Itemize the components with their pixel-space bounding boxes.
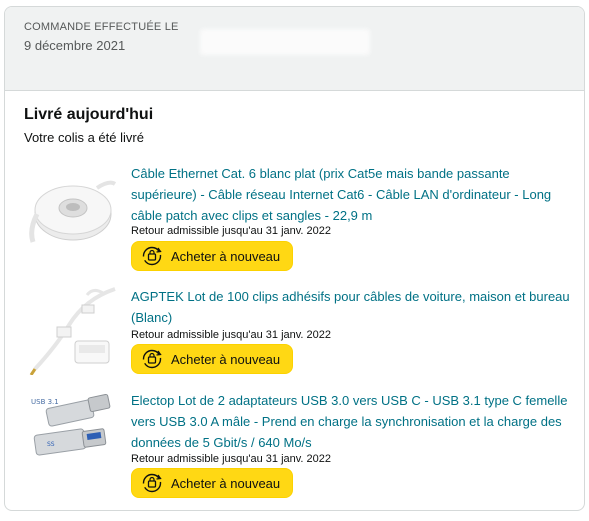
return-eligibility: Retour admissible jusqu'au 31 janv. 2022 [131,329,332,341]
return-eligibility: Retour admissible jusqu'au 31 janv. 2022 [131,453,332,465]
delivery-status-title: Livré aujourd'hui [24,106,154,123]
product-image-adapters[interactable]: USB 3.1 SS [27,390,119,470]
return-eligibility: Retour admissible jusqu'au 31 janv. 2022 [131,225,332,237]
delivery-status-subtitle: Votre colis a été livré [24,130,144,145]
product-title-link[interactable]: Câble Ethernet Cat. 6 blanc plat (prix C… [131,163,571,226]
redacted-area [200,29,370,55]
buy-again-button[interactable]: Acheter à nouveau [131,344,293,374]
buy-again-label: Acheter à nouveau [171,475,281,491]
order-card: COMMANDE EFFECTUÉE LE 9 décembre 2021 Li… [4,6,585,511]
buy-again-button[interactable]: Acheter à nouveau [131,241,293,271]
order-date-label: COMMANDE EFFECTUÉE LE [24,21,179,33]
product-title-link[interactable]: AGPTEK Lot de 100 clips adhésifs pour câ… [131,286,571,328]
order-header: COMMANDE EFFECTUÉE LE 9 décembre 2021 [5,7,584,91]
order-date: 9 décembre 2021 [24,38,126,53]
buy-again-icon [142,349,162,369]
buy-again-label: Acheter à nouveau [171,248,281,264]
buy-again-icon [142,473,162,493]
product-title-link[interactable]: Electop Lot de 2 adaptateurs USB 3.0 ver… [131,390,571,453]
buy-again-button[interactable]: Acheter à nouveau [131,468,293,498]
svg-text:USB 3.1: USB 3.1 [31,398,59,406]
buy-again-label: Acheter à nouveau [171,351,281,367]
product-image-cable[interactable] [27,170,119,250]
buy-again-icon [142,246,162,266]
product-image-clips[interactable] [27,285,119,376]
svg-text:SS: SS [47,441,55,448]
